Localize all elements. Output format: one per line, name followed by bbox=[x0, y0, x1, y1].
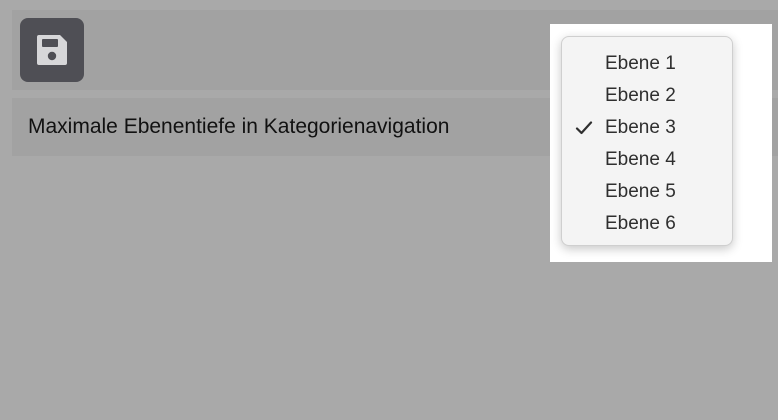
dropdown-option-ebene-2[interactable]: Ebene 2 bbox=[562, 80, 732, 112]
dropdown-option-ebene-1[interactable]: Ebene 1 bbox=[562, 48, 732, 80]
option-label: Ebene 3 bbox=[605, 117, 676, 138]
floppy-disk-icon bbox=[34, 32, 70, 68]
option-label: Ebene 2 bbox=[605, 85, 676, 106]
dropdown-option-ebene-4[interactable]: Ebene 4 bbox=[562, 144, 732, 176]
checkmark-icon bbox=[572, 112, 596, 144]
save-button[interactable] bbox=[20, 18, 84, 82]
option-label: Ebene 6 bbox=[605, 213, 676, 234]
setting-label: Maximale Ebenentiefe in Kategorienavigat… bbox=[28, 115, 450, 138]
dropdown-option-ebene-5[interactable]: Ebene 5 bbox=[562, 176, 732, 208]
level-depth-dropdown-menu: Ebene 1 Ebene 2 Ebene 3 Ebene 4 Ebene 5 … bbox=[561, 36, 733, 246]
dropdown-option-ebene-3[interactable]: Ebene 3 bbox=[562, 112, 732, 144]
option-label: Ebene 1 bbox=[605, 53, 676, 74]
dropdown-option-ebene-6[interactable]: Ebene 6 bbox=[562, 208, 732, 240]
option-label: Ebene 5 bbox=[605, 181, 676, 202]
option-label: Ebene 4 bbox=[605, 149, 676, 170]
